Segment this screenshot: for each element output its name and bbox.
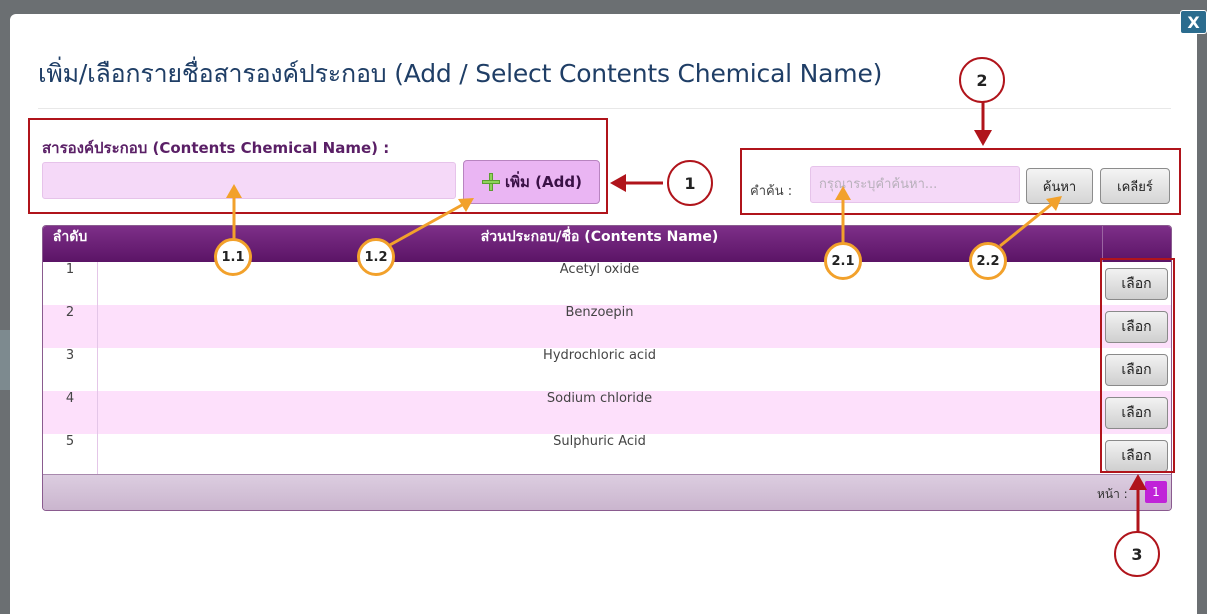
annotation-badge-2-1: 2.1: [824, 242, 862, 280]
row-number: 2: [65, 305, 75, 320]
row-contents-name: Hydrochloric acid: [543, 348, 656, 363]
annotation-badge-3: 3: [1114, 531, 1160, 577]
table-row: 5 Sulphuric Acid เลือก: [43, 434, 1171, 474]
annotation-box-select-buttons: [1100, 258, 1175, 473]
row-number: 4: [65, 391, 75, 406]
annotation-badge-2: 2: [959, 57, 1005, 103]
annotation-box-search-section: [740, 148, 1181, 215]
row-number: 3: [65, 348, 75, 363]
row-number: 1: [65, 262, 75, 277]
annotation-badge-2-2: 2.2: [969, 242, 1007, 280]
table-footer-pagination: หน้า : 1: [43, 474, 1171, 510]
row-contents-name: Sodium chloride: [546, 391, 653, 406]
annotation-box-add-section: [28, 118, 608, 214]
table-row: 2 Benzoepin เลือก: [43, 305, 1171, 348]
annotation-badge-1-1: 1.1: [214, 238, 252, 276]
row-number: 5: [65, 434, 75, 449]
page-label: หน้า :: [1097, 487, 1128, 501]
annotation-badge-1-2: 1.2: [357, 238, 395, 276]
close-dialog-button[interactable]: X: [1180, 10, 1207, 34]
table-row: 3 Hydrochloric acid เลือก: [43, 348, 1171, 391]
title-divider: [38, 108, 1171, 109]
page-1-link[interactable]: 1: [1145, 481, 1167, 503]
row-contents-name: Sulphuric Acid: [553, 434, 646, 449]
dialog-title: เพิ่ม/เลือกรายชื่อสารองค์ประกอบ (Add / S…: [38, 59, 883, 88]
row-contents-name: Benzoepin: [565, 305, 634, 320]
table-row: 4 Sodium chloride เลือก: [43, 391, 1171, 434]
header-column-divider: [1102, 226, 1103, 262]
annotation-badge-1: 1: [667, 160, 713, 206]
column-header-order: ลำดับ: [52, 229, 88, 245]
order-column-divider: [97, 262, 98, 474]
